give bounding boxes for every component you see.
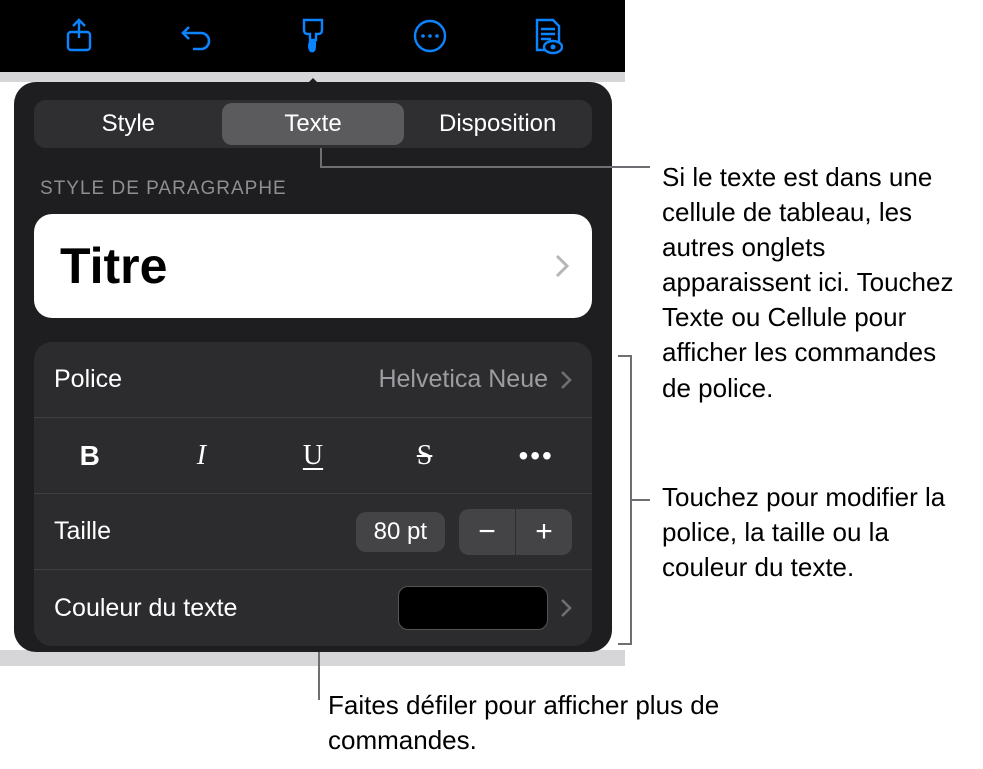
callout-tabs: Si le texte est dans une cellule de tabl… — [662, 160, 972, 406]
callout-font-group: Touchez pour modifier la police, la tail… — [662, 480, 972, 585]
more-button[interactable] — [408, 14, 452, 58]
chevron-right-icon — [560, 598, 572, 618]
callout-bracket — [618, 355, 632, 645]
size-stepper: − + — [459, 509, 572, 555]
format-tabs: Style Texte Disposition — [34, 100, 592, 148]
share-button[interactable] — [57, 14, 101, 58]
size-label: Taille — [54, 517, 356, 546]
text-color-swatch[interactable] — [398, 586, 548, 630]
popover-arrow — [299, 78, 327, 92]
tab-style[interactable]: Style — [37, 103, 220, 145]
chevron-right-icon — [554, 253, 570, 279]
bold-button[interactable]: B — [34, 418, 146, 493]
tab-layout[interactable]: Disposition — [406, 103, 589, 145]
font-settings-group: Police Helvetica Neue B I U S ••• Taille… — [34, 342, 592, 646]
tab-text[interactable]: Texte — [222, 103, 405, 145]
callout-line — [320, 166, 650, 168]
font-label: Police — [54, 365, 378, 394]
strikethrough-button[interactable]: S — [369, 418, 481, 493]
size-value[interactable]: 80 pt — [356, 512, 445, 552]
format-button[interactable] — [291, 14, 335, 58]
more-formatting-button[interactable]: ••• — [480, 418, 592, 493]
undo-button[interactable] — [174, 14, 218, 58]
callout-line — [320, 148, 322, 166]
paragraph-style-name: Titre — [60, 237, 167, 295]
size-row: Taille 80 pt − + — [34, 494, 592, 570]
view-mode-button[interactable] — [525, 14, 569, 58]
paragraph-style-picker[interactable]: Titre — [34, 214, 592, 318]
text-color-label: Couleur du texte — [54, 594, 398, 623]
background-gap-bottom — [0, 650, 625, 666]
size-increase-button[interactable]: + — [516, 509, 572, 555]
paragraph-style-section-label: STYLE DE PARAGRAPHE — [34, 178, 592, 200]
underline-button[interactable]: U — [257, 418, 369, 493]
font-value: Helvetica Neue — [378, 365, 548, 394]
text-format-row: B I U S ••• — [34, 418, 592, 494]
callout-scroll: Faites défiler pour afficher plus de com… — [328, 688, 728, 758]
callout-line — [318, 652, 320, 700]
app-toolbar — [0, 0, 625, 72]
size-decrease-button[interactable]: − — [459, 509, 515, 555]
text-color-row[interactable]: Couleur du texte — [34, 570, 592, 646]
callout-line — [632, 499, 650, 501]
font-row[interactable]: Police Helvetica Neue — [34, 342, 592, 418]
chevron-right-icon — [560, 370, 572, 390]
italic-button[interactable]: I — [146, 418, 258, 493]
